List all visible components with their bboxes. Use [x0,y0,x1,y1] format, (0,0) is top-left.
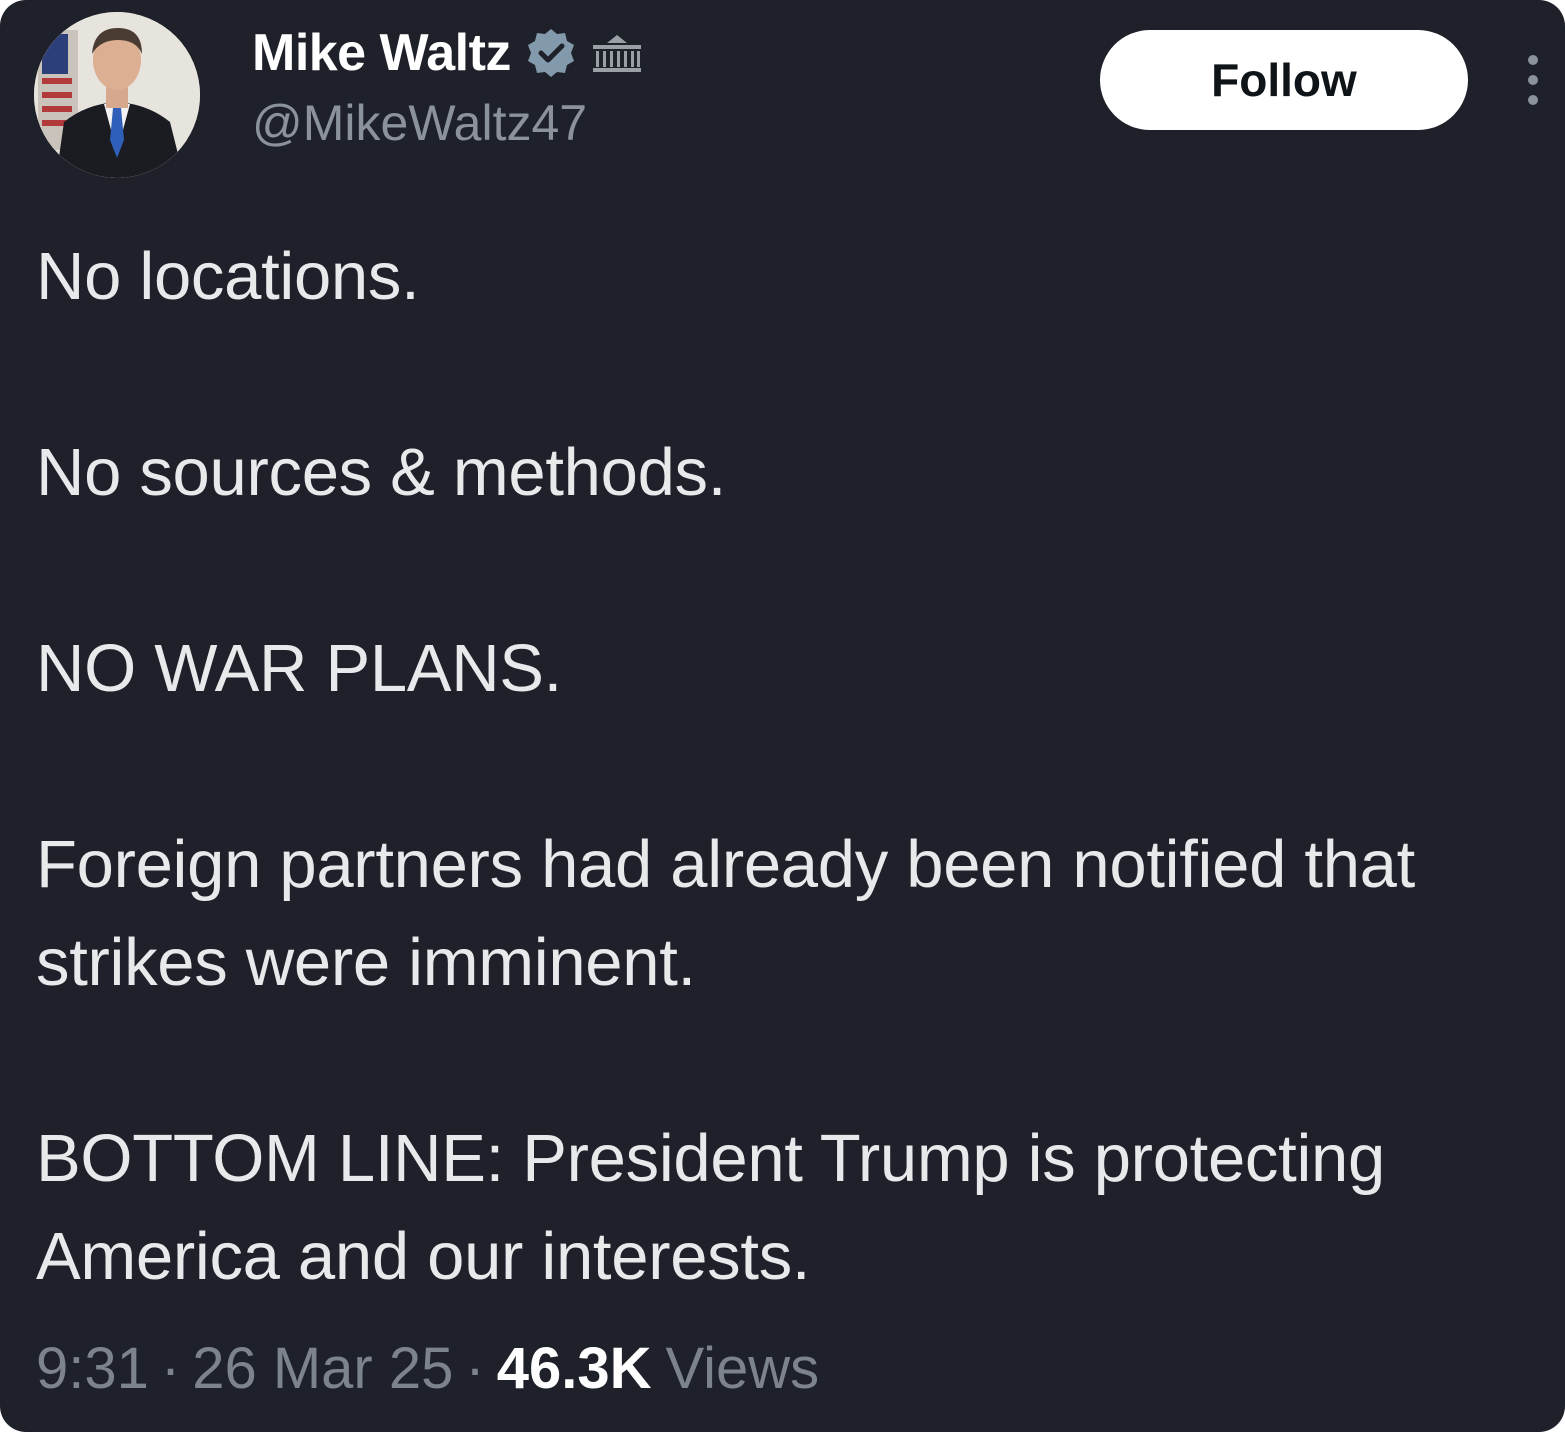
profile-photo-avatar [34,12,200,178]
tweet-paragraph: BOTTOM LINE: President Trump is protecti… [36,1121,1385,1294]
meta-separator: · [465,1336,485,1401]
views-count: 46.3K [496,1336,652,1401]
white-house-icon [591,33,643,73]
author-display-name[interactable]: Mike Waltz [252,27,511,79]
meta-separator: · [160,1336,181,1401]
tweet-text: No locations. No sources & methods. NO W… [36,228,1536,1306]
views-label: Views [665,1336,820,1401]
author-handle[interactable]: @MikeWaltz47 [252,98,587,148]
tweet-paragraph: NO WAR PLANS. [36,631,562,706]
tweet-time[interactable]: 9:31 [36,1340,149,1398]
tweet-date[interactable]: 26 Mar 25 [192,1340,453,1398]
avatar[interactable] [34,12,200,178]
more-options-icon[interactable] [1518,52,1548,108]
tweet-meta: 9:31 · 26 Mar 25 · 46.3K Views [36,1340,819,1398]
tweet-card: Mike Waltz @MikeWaltz47 Follow No locati… [0,0,1565,1432]
tweet-paragraph: Foreign partners had already been notifi… [36,827,1415,1000]
tweet-paragraph: No sources & methods. [36,435,727,510]
tweet-paragraph: No locations. [36,239,420,314]
verified-badge-icon [525,27,577,79]
follow-button[interactable]: Follow [1100,30,1468,130]
author-name-row: Mike Waltz [252,22,643,84]
